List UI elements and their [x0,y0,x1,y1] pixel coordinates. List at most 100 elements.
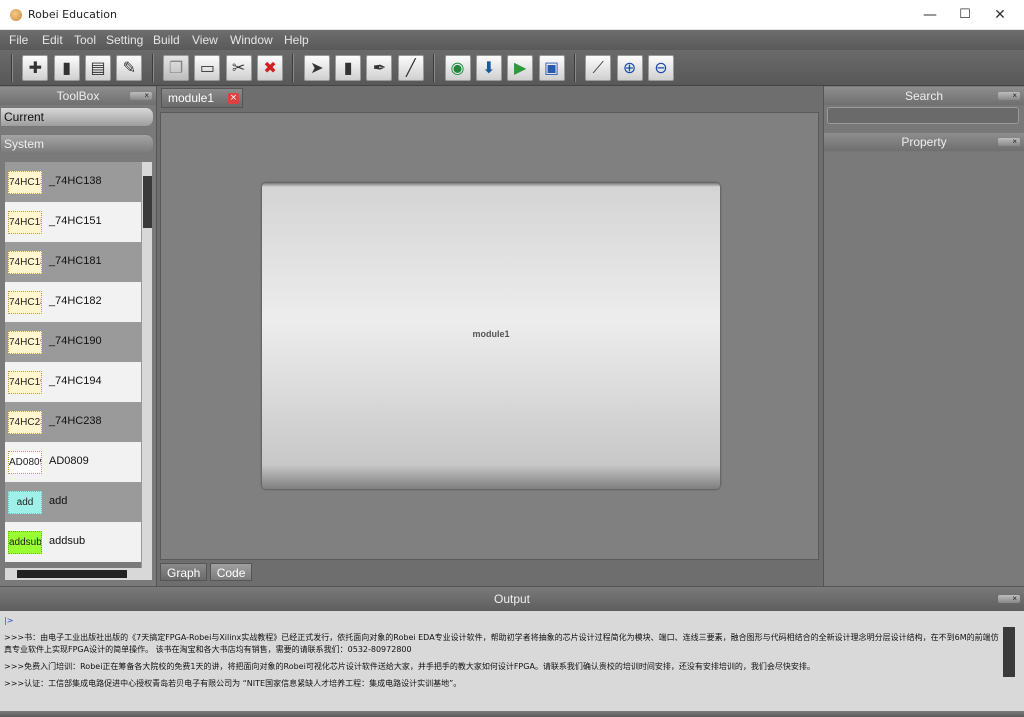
tab-label: module1 [168,91,215,105]
module-block[interactable]: module1 [262,183,720,489]
property-close-button[interactable]: × [998,138,1020,146]
title-bar: Robei Education — ☐ ✕ [0,0,1024,30]
menu-tool[interactable]: Tool [74,33,96,47]
list-item[interactable]: 74HC182 _74HC182 [5,282,141,322]
output-prompt: |> [4,616,14,625]
menu-file[interactable]: File [9,33,28,47]
probe-icon[interactable]: ⟋ [585,55,612,81]
delete-icon[interactable]: ✖ [257,55,284,81]
component-thumbnail: 74HC138 [8,171,42,194]
property-panel-body [824,152,1024,586]
output-line: >>>认证：工信部集成电路促进中心授权青岛若贝电子有限公司为 “NITE国家信息… [4,679,462,688]
toolbox-horizontal-scrollbar[interactable] [5,568,152,580]
copy-icon[interactable]: ❐ [163,55,190,81]
tab-close-icon[interactable]: × [228,93,239,104]
component-list: 74HC138 _74HC138 74HC151 _74HC151 74HC18… [5,162,141,568]
list-item[interactable]: AD0809 AD0809 [5,442,141,482]
scrollbar-thumb[interactable] [17,570,127,578]
list-item[interactable]: 74HC194 _74HC194 [5,362,141,402]
wire-icon[interactable]: ╱ [397,55,424,81]
zoom-fit-icon[interactable]: ▣ [538,55,565,81]
toolbox-panel: ToolBox × Current System 74HC138 _74HC13… [0,86,157,586]
property-title: Property [901,135,947,149]
toolbar-separator [148,54,157,82]
design-canvas[interactable]: module1 [160,112,819,560]
download-icon[interactable]: ⬇ [475,55,502,81]
tab-code[interactable]: Code [209,563,253,581]
save-as-icon[interactable]: ✎ [116,55,143,81]
run-icon[interactable]: ◉ [444,55,471,81]
tab-graph[interactable]: Graph [160,563,208,581]
component-thumbnail: AD0809 [8,451,42,474]
list-item[interactable]: 74HC181 _74HC181 [5,242,141,282]
category-system[interactable]: System [0,134,154,154]
toolbox-title: ToolBox [56,89,100,103]
component-name: _74HC182 [49,295,102,307]
maximize-button[interactable]: ☐ [945,4,985,26]
search-input[interactable] [827,107,1019,124]
component-thumbnail: 74HC194 [8,371,42,394]
menu-view[interactable]: View [192,33,218,47]
toolbar-separator [289,54,298,82]
output-line: >>>免费入门培训：Robei正在筹备各大院校的免费1天的讲，将把面向对象的Ro… [4,662,815,671]
output-scrollbar[interactable] [1003,627,1015,677]
component-name: addsub [49,535,86,547]
component-name: _74HC181 [49,255,102,267]
toolbar-separator [430,54,439,82]
view-tabs: Graph Code [160,563,253,583]
close-window-button[interactable]: ✕ [980,4,1020,26]
search-title: Search [904,89,944,103]
menu-bar: File Edit Tool Setting Build View Window… [0,30,1024,50]
right-panel: Search × Property × [823,86,1024,586]
output-line: >>>书：由电子工业出版社出版的《7天搞定FPGA-Robei与Xilinx实战… [4,633,999,654]
zoom-out-icon[interactable]: ⊖ [647,55,674,81]
list-item[interactable]: add add [5,482,141,522]
paste-icon[interactable]: ▭ [194,55,221,81]
cut-icon[interactable]: ✂ [225,55,252,81]
output-log: |> >>>书：由电子工业出版社出版的《7天搞定FPGA-Robei与Xilin… [4,615,1002,715]
toolbar: ✚ ▮ ▤ ✎ ❐ ▭ ✂ ✖ ➤ ▮ ✒ ╱ ◉ ⬇ ▶ ▣ ⟋ ⊕ ⊖ [0,50,1024,86]
output-close-button[interactable]: × [998,595,1020,603]
pen-icon[interactable]: ✒ [366,55,393,81]
pointer-icon[interactable]: ➤ [303,55,330,81]
open-icon[interactable]: ▮ [53,55,80,81]
component-name: _74HC238 [49,415,102,427]
export-icon[interactable]: ▶ [507,55,534,81]
search-header: Search × [824,87,1024,105]
component-thumbnail: 74HC151 [8,211,42,234]
menu-help[interactable]: Help [284,33,309,47]
tab-module1[interactable]: module1 × [161,88,243,108]
menu-edit[interactable]: Edit [42,33,63,47]
minimize-button[interactable]: — [910,4,950,26]
toolbar-separator [8,54,16,82]
module-icon[interactable]: ▮ [335,55,362,81]
component-name: _74HC151 [49,215,102,227]
list-item[interactable]: 74HC151 _74HC151 [5,202,141,242]
menu-build[interactable]: Build [153,33,180,47]
window-title: Robei Education [28,8,117,21]
component-thumbnail: 74HC238 [8,411,42,434]
save-icon[interactable]: ▤ [85,55,112,81]
toolbox-scrollbar[interactable] [141,162,152,568]
search-close-button[interactable]: × [998,92,1020,100]
category-current[interactable]: Current [0,107,154,127]
toolbox-header: ToolBox × [0,87,156,105]
menu-setting[interactable]: Setting [106,33,143,47]
scrollbar-thumb[interactable] [143,176,152,228]
list-item[interactable]: 74HC190 _74HC190 [5,322,141,362]
output-panel: Output × |> >>>书：由电子工业出版社出版的《7天搞定FPGA-Ro… [0,586,1024,717]
editor-area: module1 × module1 Graph Code [157,86,823,586]
new-icon[interactable]: ✚ [22,55,49,81]
component-thumbnail: 74HC182 [8,291,42,314]
component-name: _74HC190 [49,335,102,347]
component-thumbnail: add [8,491,42,514]
property-header: Property × [824,133,1024,151]
list-item[interactable]: 74HC238 _74HC238 [5,402,141,442]
menu-window[interactable]: Window [230,33,273,47]
component-name: _74HC194 [49,375,102,387]
list-item[interactable]: 74HC138 _74HC138 [5,162,141,202]
zoom-in-icon[interactable]: ⊕ [616,55,643,81]
toolbox-close-button[interactable]: × [130,92,152,100]
component-thumbnail: 74HC181 [8,251,42,274]
list-item[interactable]: addsub addsub [5,522,141,562]
